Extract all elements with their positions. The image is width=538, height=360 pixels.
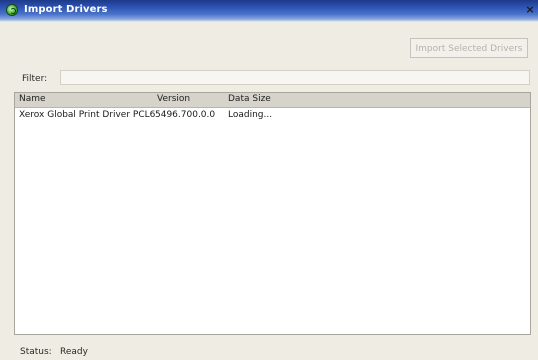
status-value: Ready: [60, 347, 88, 357]
refresh-globe-icon: [6, 4, 18, 16]
title-bar[interactable]: Import Drivers ×: [0, 0, 538, 22]
import-selected-drivers-button[interactable]: Import Selected Drivers: [410, 38, 528, 58]
column-header-data-size[interactable]: Data Size: [228, 94, 271, 104]
column-header-name[interactable]: Name: [19, 94, 46, 104]
driver-data-size-cell: Loading...: [228, 110, 273, 120]
list-header: Name Version Data Size: [15, 93, 530, 108]
table-row[interactable]: Xerox Global Print Driver PCL6 5496.700.…: [15, 109, 530, 122]
filter-label: Filter:: [22, 74, 48, 84]
column-header-version[interactable]: Version: [157, 94, 190, 104]
drivers-list[interactable]: Name Version Data Size Xerox Global Prin…: [14, 92, 531, 335]
status-label: Status:: [20, 347, 52, 357]
import-drivers-window: Import Drivers × Import Selected Drivers…: [0, 0, 538, 360]
window-title: Import Drivers: [24, 4, 108, 15]
driver-name-cell: Xerox Global Print Driver PCL6: [19, 110, 155, 120]
driver-version-cell: 5496.700.0.0: [155, 110, 216, 120]
filter-input[interactable]: [60, 70, 530, 85]
close-icon[interactable]: ×: [524, 3, 536, 17]
